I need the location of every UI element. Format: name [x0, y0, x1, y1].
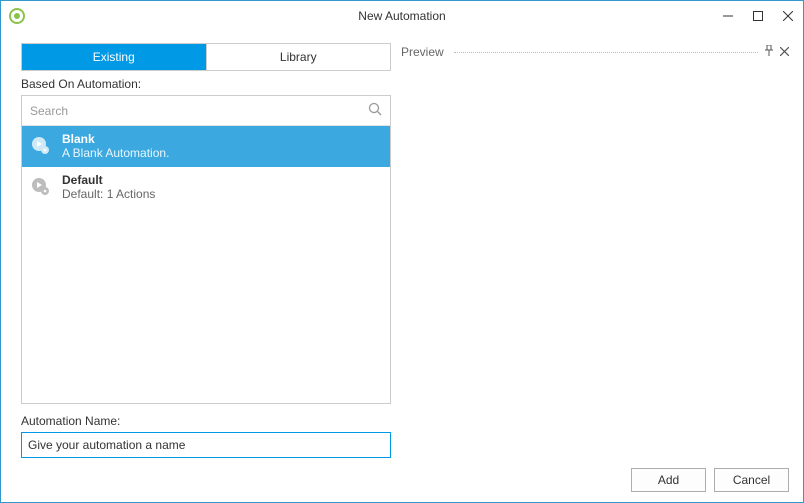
- item-title: Default: [62, 173, 155, 187]
- play-gear-icon: [30, 135, 52, 157]
- play-gear-icon: [30, 176, 52, 198]
- source-tabs: Existing Library: [21, 43, 391, 71]
- tab-library[interactable]: Library: [206, 44, 391, 70]
- cancel-button-label: Cancel: [733, 473, 770, 487]
- item-title: Blank: [62, 132, 169, 146]
- app-icon: [9, 8, 25, 24]
- automation-name-input[interactable]: [21, 432, 391, 458]
- pin-icon[interactable]: [764, 45, 774, 60]
- minimize-button[interactable]: [713, 1, 743, 31]
- close-preview-icon[interactable]: [780, 45, 789, 59]
- item-text: Default Default: 1 Actions: [62, 173, 155, 202]
- add-button-label: Add: [658, 473, 679, 487]
- item-desc: A Blank Automation.: [62, 146, 169, 160]
- search-row: [22, 96, 390, 126]
- preview-header: Preview: [399, 43, 791, 61]
- window-title: New Automation: [358, 9, 445, 23]
- minimize-icon: [723, 11, 733, 21]
- template-list-container: Blank A Blank Automation. Default Defaul…: [21, 95, 391, 404]
- dialog-body: Existing Library Based On Automation: Bl…: [1, 31, 803, 458]
- left-panel: Existing Library Based On Automation: Bl…: [21, 43, 391, 458]
- cancel-button[interactable]: Cancel: [714, 468, 789, 492]
- close-icon: [783, 11, 793, 21]
- item-text: Blank A Blank Automation.: [62, 132, 169, 161]
- window-controls: [713, 1, 803, 31]
- search-icon[interactable]: [368, 102, 382, 119]
- tab-existing[interactable]: Existing: [22, 44, 206, 70]
- item-desc: Default: 1 Actions: [62, 187, 155, 201]
- preview-panel: Preview: [399, 43, 791, 458]
- tab-library-label: Library: [280, 50, 317, 64]
- automation-name-label: Automation Name:: [21, 414, 391, 428]
- preview-title: Preview: [401, 45, 444, 59]
- tab-existing-label: Existing: [93, 50, 135, 64]
- close-button[interactable]: [773, 1, 803, 31]
- titlebar: New Automation: [1, 1, 803, 31]
- button-bar: Add Cancel: [1, 458, 803, 502]
- maximize-button[interactable]: [743, 1, 773, 31]
- template-list: Blank A Blank Automation. Default Defaul…: [22, 126, 390, 403]
- search-input[interactable]: [30, 104, 368, 118]
- preview-divider: [454, 52, 758, 53]
- list-item-blank[interactable]: Blank A Blank Automation.: [22, 126, 390, 167]
- based-on-label: Based On Automation:: [21, 77, 391, 91]
- list-item-default[interactable]: Default Default: 1 Actions: [22, 167, 390, 208]
- preview-body: [399, 61, 791, 458]
- add-button[interactable]: Add: [631, 468, 706, 492]
- maximize-icon: [753, 11, 763, 21]
